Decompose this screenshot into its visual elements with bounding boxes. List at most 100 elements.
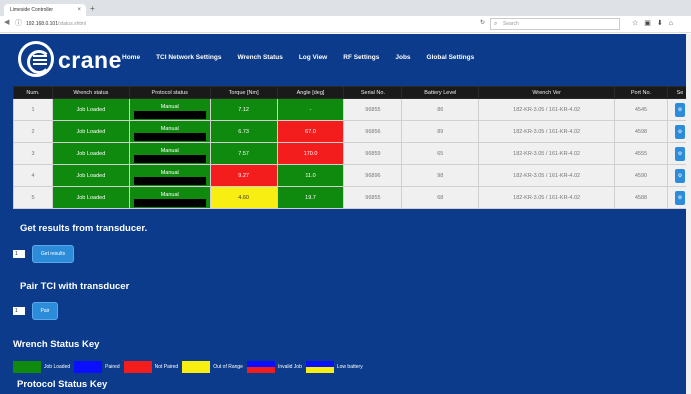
cell-battery: 65 — [401, 142, 480, 165]
cell-serial: 96856 — [343, 120, 403, 143]
key-label: Paired — [105, 364, 120, 370]
close-tab-icon[interactable]: × — [77, 4, 81, 16]
cell-port: 4545 — [614, 98, 668, 121]
nav-wrench-status[interactable]: Wrench Status — [237, 54, 282, 61]
home-icon[interactable]: ⌂ — [669, 20, 679, 27]
col-header-num: Num. — [13, 86, 53, 99]
cell-wrench-status: Job Loaded — [51, 164, 130, 187]
cell-serial: 96896 — [343, 164, 403, 187]
pair-select[interactable]: 1 — [13, 307, 25, 315]
back-icon[interactable]: ◀ — [4, 18, 9, 26]
cell-settings: ⚙ — [666, 164, 686, 187]
key-label: Not Paired — [154, 364, 179, 370]
protocol-label: Manual — [160, 103, 179, 110]
tab-bar: Limeside Controller × + — [0, 0, 691, 16]
clipboard-icon[interactable]: ▣ — [644, 20, 657, 27]
cell-torque: 7.12 — [209, 98, 278, 121]
cell-torque: 6.73 — [209, 120, 278, 143]
cell-port: 4555 — [614, 142, 668, 165]
get-results-button[interactable]: Get results — [32, 245, 74, 263]
url-path: /status.shtml — [57, 21, 87, 27]
nav-log-view[interactable]: Log View — [299, 54, 327, 61]
cell-protocol-status: Manual — [128, 164, 211, 187]
browser-tab[interactable]: Limeside Controller × — [4, 4, 86, 16]
nav-tci-network-settings[interactable]: TCI Network Settings — [156, 54, 221, 61]
cell-protocol-status: Manual — [128, 120, 211, 143]
page-content: crane Home TCI Network Settings Wrench S… — [0, 34, 686, 394]
nav-jobs[interactable]: Jobs — [395, 54, 410, 61]
cell-settings: ⚙ — [666, 186, 686, 209]
cell-battery: 68 — [401, 186, 480, 209]
toolbar-icons: ☆▣⬇⌂ — [632, 19, 679, 27]
cell-wrench-status: Job Loaded — [51, 120, 130, 143]
cell-num: 1 — [13, 98, 53, 121]
table-row: 4 Job Loaded Manual 9.27 11.0 96896 98 1… — [13, 164, 686, 187]
col-header-battery: Battery Level — [401, 86, 480, 99]
star-icon[interactable]: ☆ — [632, 20, 644, 27]
wrench-status-table: Num. Wrench status Protocol status Torqu… — [13, 86, 686, 209]
cell-protocol-status: Manual — [128, 142, 211, 165]
new-tab-button[interactable]: + — [90, 4, 95, 14]
col-header-settings: Se — [666, 86, 686, 99]
table-header-row: Num. Wrench status Protocol status Torqu… — [13, 86, 686, 99]
download-icon[interactable]: ⬇ — [657, 20, 669, 27]
settings-button[interactable]: ⚙ — [674, 168, 685, 183]
cell-port: 4590 — [614, 164, 668, 187]
swatch-job-loaded — [13, 361, 41, 373]
settings-button[interactable]: ⚙ — [674, 102, 685, 117]
cell-num: 2 — [13, 120, 53, 143]
wrench-key-legend: Job Loaded Paired Not Paired Out of Rang… — [13, 361, 367, 373]
settings-button[interactable]: ⚙ — [674, 146, 685, 161]
search-icon: ⌕ — [494, 21, 498, 27]
url-field[interactable]: 192.168.0.101/status.shtml — [26, 19, 471, 30]
cell-settings: ⚙ — [666, 142, 686, 165]
col-header-serial: Serial No. — [343, 86, 403, 99]
key-label: Low battery — [336, 364, 363, 370]
cell-wrench-status: Job Loaded — [51, 142, 130, 165]
table-row: 1 Job Loaded Manual 7.12 - 96855 86 182-… — [13, 98, 686, 121]
crane-logo[interactable]: crane — [18, 41, 123, 79]
cell-wrench-status: Job Loaded — [51, 98, 130, 121]
swatch-invalid-job — [246, 361, 275, 373]
nav-global-settings[interactable]: Global Settings — [427, 54, 475, 61]
table-row: 3 Job Loaded Manual 7.57 170.0 96859 65 … — [13, 142, 686, 165]
pair-select-value: 1 — [15, 308, 18, 314]
info-icon[interactable]: ⓘ — [15, 18, 22, 28]
nav-rf-settings[interactable]: RF Settings — [343, 54, 379, 61]
col-header-torque: Torque [Nm] — [209, 86, 278, 99]
cell-protocol-status: Manual — [128, 98, 211, 121]
cell-num: 5 — [13, 186, 53, 209]
col-header-angle: Angle [deg] — [276, 86, 345, 99]
cell-serial: 96855 — [343, 186, 403, 209]
cell-wrench-ver: 182-KR-3.05 / 161-KR-4.02 — [478, 164, 616, 187]
cell-settings: ⚙ — [666, 98, 686, 121]
settings-button[interactable]: ⚙ — [674, 124, 685, 139]
cell-wrench-ver: 182-KR-3.05 / 161-KR-4.02 — [478, 120, 616, 143]
url-host: 192.168.0.101 — [26, 21, 58, 27]
cell-wrench-ver: 182-KR-3.05 / 161-KR-4.02 — [478, 186, 616, 209]
cell-angle: - — [276, 98, 345, 121]
col-header-wrench-status: Wrench status — [51, 86, 130, 99]
pair-button[interactable]: Pair — [32, 302, 58, 320]
site-header: crane Home TCI Network Settings Wrench S… — [0, 34, 686, 86]
cell-port: 4588 — [614, 186, 668, 209]
cell-protocol-status: Manual — [128, 186, 211, 209]
cell-battery: 98 — [401, 164, 480, 187]
crane-logo-icon — [18, 41, 54, 77]
swatch-out-of-range — [182, 361, 211, 373]
key-label: Out of Range — [213, 364, 243, 370]
page-scrollbar[interactable] — [686, 34, 691, 394]
swatch-not-paired — [123, 361, 152, 373]
protocol-key-title: Protocol Status Key — [17, 379, 108, 390]
cell-num: 4 — [13, 164, 53, 187]
search-placeholder: Search — [503, 21, 519, 27]
cell-torque: 7.57 — [209, 142, 278, 165]
search-input[interactable]: ⌕ Search — [490, 18, 620, 30]
reload-icon[interactable]: ↻ — [480, 19, 485, 26]
settings-button[interactable]: ⚙ — [674, 190, 685, 205]
protocol-label: Manual — [160, 125, 179, 132]
key-label: Invalid Job — [277, 364, 302, 370]
nav-home[interactable]: Home — [122, 54, 140, 61]
transducer-select[interactable]: 1 — [13, 250, 25, 258]
wrench-key-title: Wrench Status Key — [13, 339, 100, 350]
